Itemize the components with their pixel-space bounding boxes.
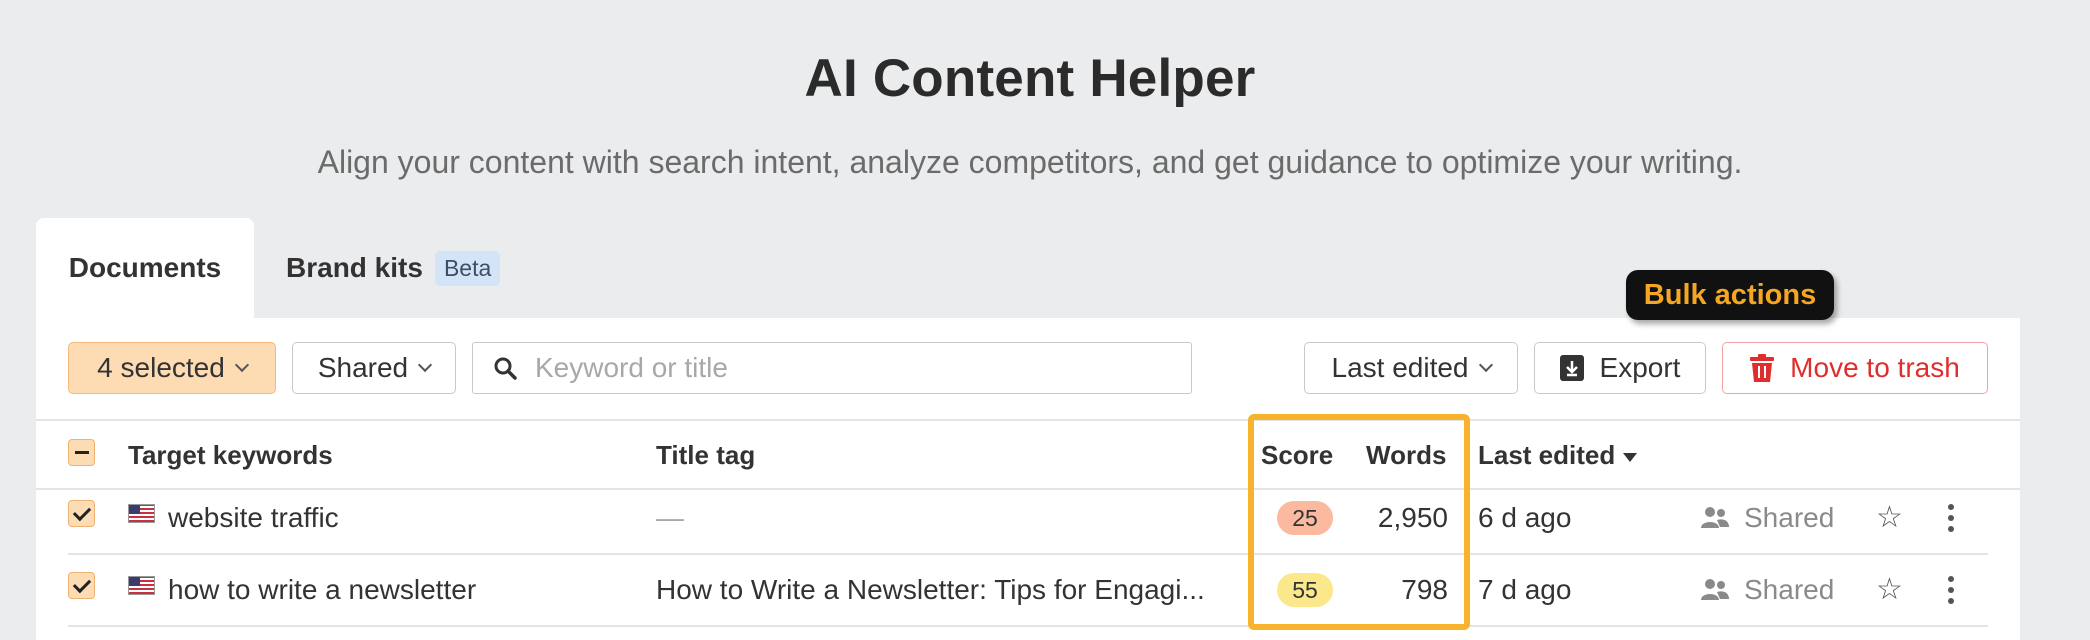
selection-label: 4 selected: [97, 352, 225, 383]
tab-brand-kits-label: Brand kits: [286, 252, 423, 283]
row-sharing-label: Shared: [1744, 574, 1835, 605]
column-title-tag[interactable]: Title tag: [656, 440, 755, 471]
row-sharing[interactable]: Shared: [1700, 502, 1834, 534]
users-icon: [1701, 579, 1729, 600]
row-sharing-label: Shared: [1744, 502, 1835, 533]
trash-icon: [1750, 354, 1775, 382]
sort-dropdown[interactable]: Last edited: [1304, 342, 1518, 394]
trash-label: Move to trash: [1790, 352, 1960, 383]
row-title: —: [656, 502, 684, 533]
star-icon[interactable]: ☆: [1876, 500, 1903, 535]
page-title: AI Content Helper: [804, 49, 1256, 108]
row-last-edited: 7 d ago: [1478, 574, 1572, 605]
tab-brand-kits[interactable]: Brand kits Beta: [286, 218, 501, 318]
users-icon: [1701, 507, 1729, 528]
toolbar-divider: [36, 419, 2020, 421]
export-button[interactable]: Export: [1534, 342, 1706, 394]
export-label: Export: [1599, 352, 1681, 383]
row-title: How to Write a Newsletter: Tips for Enga…: [656, 574, 1205, 605]
column-last-edited[interactable]: Last edited: [1478, 440, 1638, 471]
shared-filter-dropdown[interactable]: Shared: [292, 342, 456, 394]
row-keyword[interactable]: how to write a newsletter: [168, 574, 476, 606]
row-divider: [68, 553, 1988, 555]
star-icon[interactable]: ☆: [1876, 572, 1903, 607]
chevron-down-icon: [234, 357, 249, 373]
page-subtitle: Align your content with search intent, a…: [317, 144, 1743, 180]
more-options-icon[interactable]: [1948, 576, 1956, 604]
more-options-icon[interactable]: [1948, 504, 1956, 532]
chevron-down-icon: [1478, 357, 1493, 373]
search-input[interactable]: [535, 352, 1135, 384]
us-flag-icon: [128, 504, 155, 523]
beta-badge: Beta: [434, 250, 501, 286]
bulk-actions-tooltip: Bulk actions: [1626, 270, 1834, 320]
select-all-checkbox[interactable]: [68, 439, 95, 466]
search-icon: [494, 357, 517, 380]
score-words-highlight: [1248, 414, 1470, 630]
us-flag-icon: [128, 576, 155, 595]
row-checkbox[interactable]: [68, 500, 95, 527]
tab-documents-label: Documents: [68, 252, 222, 283]
row-last-edited: 6 d ago: [1478, 502, 1572, 533]
shared-filter-label: Shared: [317, 352, 409, 383]
search-box: [472, 342, 1192, 394]
download-icon: [1559, 355, 1584, 381]
sort-desc-icon: [1623, 452, 1638, 462]
row-checkbox[interactable]: [68, 572, 95, 599]
column-last-edited-label: Last edited: [1478, 440, 1616, 470]
column-target-keywords[interactable]: Target keywords: [128, 440, 333, 471]
header-divider: [36, 488, 2020, 490]
row-keyword[interactable]: website traffic: [168, 502, 339, 534]
move-to-trash-button[interactable]: Move to trash: [1722, 342, 1988, 394]
sort-label: Last edited: [1331, 352, 1469, 383]
row-sharing[interactable]: Shared: [1700, 574, 1834, 606]
tab-documents[interactable]: Documents: [36, 218, 254, 318]
row-divider: [68, 625, 1988, 627]
selection-dropdown[interactable]: 4 selected: [68, 342, 276, 394]
chevron-down-icon: [418, 357, 433, 373]
